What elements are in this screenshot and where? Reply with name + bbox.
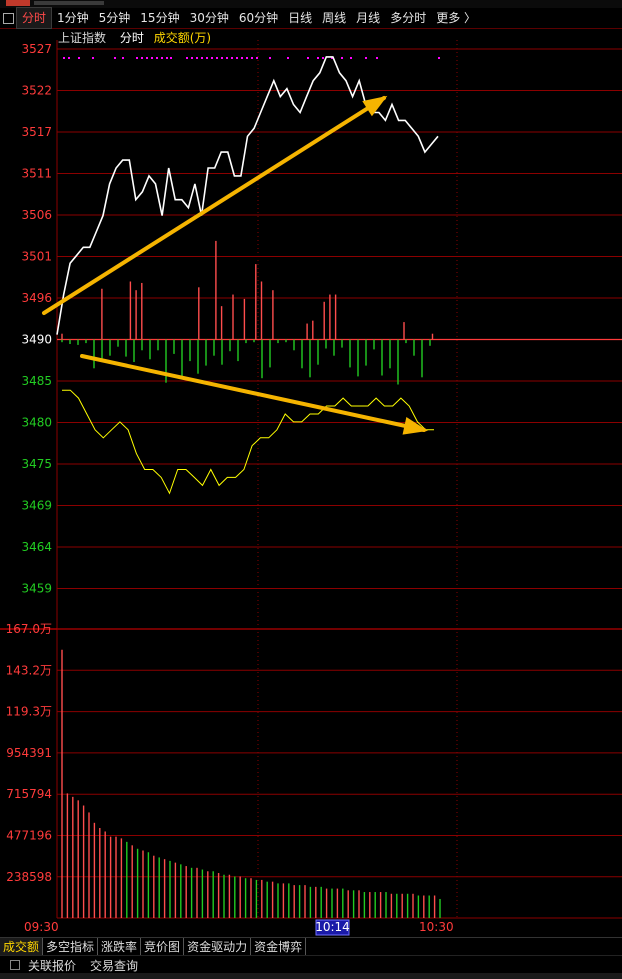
- signal-marker-dot: [68, 57, 70, 59]
- footer-bar: 关联报价 交易查询: [0, 955, 622, 974]
- signal-marker-dot: [191, 57, 193, 59]
- signal-marker-dot: [216, 57, 218, 59]
- tab-auction[interactable]: 竞价图: [141, 938, 185, 956]
- signal-marker-dot: [161, 57, 163, 59]
- signal-marker-dot: [78, 57, 80, 59]
- signal-marker-dot: [438, 57, 440, 59]
- time-label-start: 09:30: [24, 920, 59, 934]
- signal-marker-dot: [365, 57, 367, 59]
- price-tick-label: 3485: [21, 374, 52, 388]
- signal-marker-dot: [92, 57, 94, 59]
- signal-marker-dot: [211, 57, 213, 59]
- signal-marker-dot: [317, 57, 319, 59]
- footer-trade-query[interactable]: 交易查询: [90, 957, 138, 974]
- price-tick-label: 3506: [21, 208, 52, 222]
- price-tick-label: 3480: [21, 416, 52, 430]
- signal-marker-dot: [307, 57, 309, 59]
- tab-fund-drive[interactable]: 资金驱动力: [184, 938, 252, 956]
- price-tick-label: 3527: [21, 42, 52, 56]
- signal-marker-dot: [122, 57, 124, 59]
- signal-marker-dot: [206, 57, 208, 59]
- signal-marker-dot: [269, 57, 271, 59]
- volume-tick-label: 477196: [6, 829, 52, 843]
- signal-marker-dot: [221, 57, 223, 59]
- signal-marker-dot: [226, 57, 228, 59]
- signal-marker-dot: [114, 57, 116, 59]
- signal-marker-dot: [186, 57, 188, 59]
- intraday-chart[interactable]: 3527 3522 3517 3511 3506 3501 3496 3490 3485 3480…: [0, 0, 622, 937]
- tab-long-short[interactable]: 多空指标: [43, 938, 99, 956]
- signal-marker-dot: [341, 57, 343, 59]
- status-strip: [0, 973, 622, 979]
- signal-marker-dot: [63, 57, 65, 59]
- signal-marker-dot: [251, 57, 253, 59]
- indicator-tabs: 成交额 多空指标 涨跌率 竞价图 资金驱动力 资金博弈: [0, 937, 622, 956]
- footer-toggle-icon[interactable]: [10, 960, 20, 970]
- volume-tick-label: 119.3万: [6, 705, 52, 719]
- signal-marker-dot: [246, 57, 248, 59]
- tab-adv-decl[interactable]: 涨跌率: [98, 938, 142, 956]
- price-tick-label: 3517: [21, 125, 52, 139]
- signal-marker-dot: [141, 57, 143, 59]
- average-price-line: [62, 389, 434, 495]
- price-tick-label: 3469: [21, 499, 52, 513]
- signal-marker-dot: [201, 57, 203, 59]
- signal-marker-dot: [350, 57, 352, 59]
- signal-marker-dot: [322, 57, 324, 59]
- volume-tick-label: 167.0万: [6, 622, 52, 636]
- signal-marker-dot: [146, 57, 148, 59]
- footer-related-quotes[interactable]: 关联报价: [28, 957, 76, 974]
- price-tick-label: 3459: [21, 582, 52, 596]
- price-tick-label: 3496: [21, 291, 52, 305]
- signal-marker-dot: [196, 57, 198, 59]
- volume-tick-label: 954391: [6, 746, 52, 760]
- downtrend-arrow-shaft: [80, 354, 426, 432]
- signal-marker-dot: [166, 57, 168, 59]
- uptrend-arrow-shaft: [42, 96, 386, 315]
- volume-tick-label: 715794: [6, 787, 52, 801]
- tab-fund-game[interactable]: 资金博弈: [251, 938, 307, 956]
- volume-tick-label: 143.2万: [6, 663, 52, 677]
- signal-marker-dot: [236, 57, 238, 59]
- signal-marker-dot: [231, 57, 233, 59]
- volume-tick-label: 238598: [6, 870, 52, 884]
- price-tick-label: 3490: [21, 333, 52, 347]
- price-tick-label: 3501: [21, 250, 52, 264]
- signal-marker-dot: [287, 57, 289, 59]
- signal-marker-dot: [136, 57, 138, 59]
- time-label-end: 10:30: [419, 920, 454, 934]
- price-tick-label: 3475: [21, 457, 52, 471]
- signal-marker-dot: [376, 57, 378, 59]
- signal-marker-dot: [170, 57, 172, 59]
- price-tick-label: 3511: [21, 167, 52, 181]
- signal-marker-dot: [241, 57, 243, 59]
- price-tick-label: 3522: [21, 84, 52, 98]
- signal-marker-dot: [151, 57, 153, 59]
- tab-turnover[interactable]: 成交额: [0, 938, 44, 956]
- signal-marker-dot: [156, 57, 158, 59]
- time-label-cursor: 10:14: [315, 920, 350, 934]
- signal-marker-dot: [256, 57, 258, 59]
- price-tick-label: 3464: [21, 540, 52, 554]
